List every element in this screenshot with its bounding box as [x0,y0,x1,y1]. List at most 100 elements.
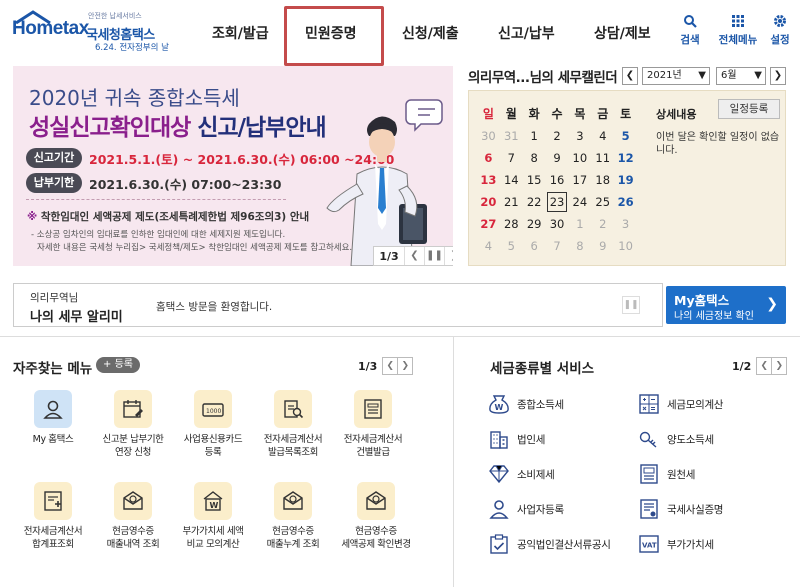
service-tax-certificate[interactable]: 국세사실증명 [638,499,723,519]
calendar-day[interactable]: 13 [477,169,500,191]
menu-tile-my-hometax[interactable]: My 홈택스 [8,390,98,446]
calendar-day[interactable]: 10 [568,147,591,169]
calendar-day[interactable]: 28 [500,213,523,235]
menu-tile-label: 전자세금계산서 합계표조회 [23,526,83,550]
calendar-day[interactable]: 21 [500,191,523,213]
calendar-day[interactable]: 17 [568,169,591,191]
service-consumption-tax[interactable]: 소비제세 [488,464,555,484]
calendar-day[interactable]: 4 [591,125,614,147]
nav-item-inquiry[interactable]: 조회/발급 [212,23,269,43]
calendar-month-select[interactable]: 6월 ▼ [716,67,766,85]
calendar-day[interactable]: 30 [546,213,569,235]
calendar-day[interactable]: 3 [568,125,591,147]
calendar-day[interactable]: 2 [591,213,614,235]
menu-tile-invoice-list[interactable]: 전자세금계산서 발급목록조회 [248,390,338,459]
service-capital-gains-tax[interactable]: 양도소득세 [638,429,714,449]
calendar-day[interactable]: 25 [591,191,614,213]
weekday-sun: 일 [482,107,494,121]
calendar-day[interactable]: 6 [523,235,546,257]
calendar-year-select[interactable]: 2021년 ▼ [642,67,710,85]
won-bag-icon: W [489,395,509,414]
banner-next-button[interactable]: ❯ [444,247,453,265]
menu-tile-cash-receipt-sales[interactable]: 현금영수증 매출내역 조회 [88,482,178,551]
calendar-day[interactable]: 31 [500,125,523,147]
menu-tile-invoice-issue[interactable]: 전자세금계산서 건별발급 [328,390,418,459]
calendar-day[interactable]: 9 [591,235,614,257]
alarm-title: 나의 세무 알리미 [30,310,123,325]
clipboard-icon [490,534,508,554]
menu-tile-vat-calc[interactable]: W 부가가치세 세액 비교 모의계산 [168,482,258,551]
settings-button[interactable]: 설정 [762,14,798,47]
alarm-pause-button[interactable]: ❚❚ [622,296,640,314]
hometax-logo[interactable]: Hometax 안전한 납세서비스 국세청홈택스 6.24. 전자정부의 날 [12,10,172,54]
calendar-day[interactable]: 8 [568,235,591,257]
calendar-day[interactable]: 4 [477,235,500,257]
service-corporate-tax[interactable]: 법인세 [488,429,545,449]
calendar-day[interactable]: 22 [523,191,546,213]
calendar-day[interactable]: 15 [523,169,546,191]
calendar-day[interactable]: 10 [614,235,637,257]
banner-divider [26,199,286,200]
menu-tile-business-card[interactable]: 1000 사업용신용카드 등록 [168,390,258,459]
calendar-day[interactable]: 3 [614,213,637,235]
calendar-day[interactable]: 14 [500,169,523,191]
nav-item-consult[interactable]: 상담/제보 [594,23,651,43]
calendar-day[interactable]: 26 [614,191,637,213]
calendar-day[interactable]: 29 [523,213,546,235]
service-business-registration[interactable]: 사업자등록 [488,499,564,519]
service-withholding-tax[interactable]: 원천세 [638,464,695,484]
banner-tag-period: 신고기간 [26,148,82,168]
banner-page-indicator: 1/3 [379,249,399,263]
search-button[interactable]: 검색 [672,14,708,47]
calendar-day[interactable]: 5 [500,235,523,257]
services-next-button[interactable]: ❯ [771,357,788,375]
service-public-interest-disclosure[interactable]: 공익법인결산서류공시 [488,534,611,554]
frequent-prev-button[interactable]: ❮ [382,357,399,375]
calendar-day[interactable]: 7 [546,235,569,257]
calendar-day[interactable]: 12 [614,147,637,169]
banner-tag-deadline: 납부기한 [26,173,82,193]
calendar-day[interactable]: 1 [568,213,591,235]
service-tax-simulation[interactable]: 세금모의계산 [638,394,723,414]
calendar-day[interactable]: 20 [477,191,500,213]
calendar-grid: 일 월 화 수 목 금 토 30 31 1 2 3 4 5 6 7 8 9 10… [477,103,637,257]
frequent-next-button[interactable]: ❯ [397,357,414,375]
nav-item-report-pay[interactable]: 신고/납부 [498,23,555,43]
service-income-tax[interactable]: W 종합소득세 [488,394,564,414]
calendar-day[interactable]: 9 [546,147,569,169]
register-schedule-button[interactable]: 일정등록 [718,99,780,119]
calendar-prev-month[interactable]: ❮ [622,67,638,85]
calendar-day[interactable]: 30 [477,125,500,147]
calendar-next-month[interactable]: ❯ [770,67,786,85]
promo-banner[interactable]: 2020년 귀속 종합소득세 성실신고확인대상 신고/납부안내 신고기간 202… [13,66,453,266]
calendar-day[interactable]: 5 [614,125,637,147]
frequent-register-button[interactable]: + 등록 [96,357,140,373]
calendar-day[interactable]: 2 [546,125,569,147]
banner-prev-button[interactable]: ❮ [404,247,424,265]
services-prev-button[interactable]: ❮ [756,357,773,375]
person-icon [43,400,63,419]
menu-tile-deadline-extension[interactable]: 신고분 납부기한 연장 신청 [88,390,178,459]
calendar-day[interactable]: 24 [568,191,591,213]
calendar-day[interactable]: 6 [477,147,500,169]
calendar-day[interactable]: 7 [500,147,523,169]
menu-tile-cash-receipt-deduction[interactable]: 현금영수증 세액공제 확인변경 [328,482,424,551]
menu-tile-cash-receipt-total[interactable]: 현금영수증 매출누계 조회 [248,482,338,551]
calendar-day[interactable]: 1 [523,125,546,147]
calendar-day[interactable]: 8 [523,147,546,169]
calendar-day[interactable]: 16 [546,169,569,191]
svg-text:1000: 1000 [206,408,221,415]
all-menu-button[interactable]: 전체메뉴 [716,14,760,47]
service-vat[interactable]: VAT 부가가치세 [638,534,714,554]
my-hometax-button[interactable]: My홈택스 나의 세금정보 확인 ❯ [666,286,786,324]
banner-pause-button[interactable]: ❚❚ [424,247,444,265]
nav-item-certificate[interactable]: 민원증명 [305,23,357,43]
calendar-day[interactable]: 19 [614,169,637,191]
menu-tile-invoice-sum[interactable]: 전자세금계산서 합계표조회 [8,482,98,551]
calendar-day-today[interactable]: 23 [546,191,569,213]
calendar-day[interactable]: 18 [591,169,614,191]
nav-item-application[interactable]: 신청/제출 [402,23,459,43]
calendar-day[interactable]: 27 [477,213,500,235]
calendar-day[interactable]: 11 [591,147,614,169]
menu-tile-label: 현금영수증 매출누계 조회 [266,526,320,550]
